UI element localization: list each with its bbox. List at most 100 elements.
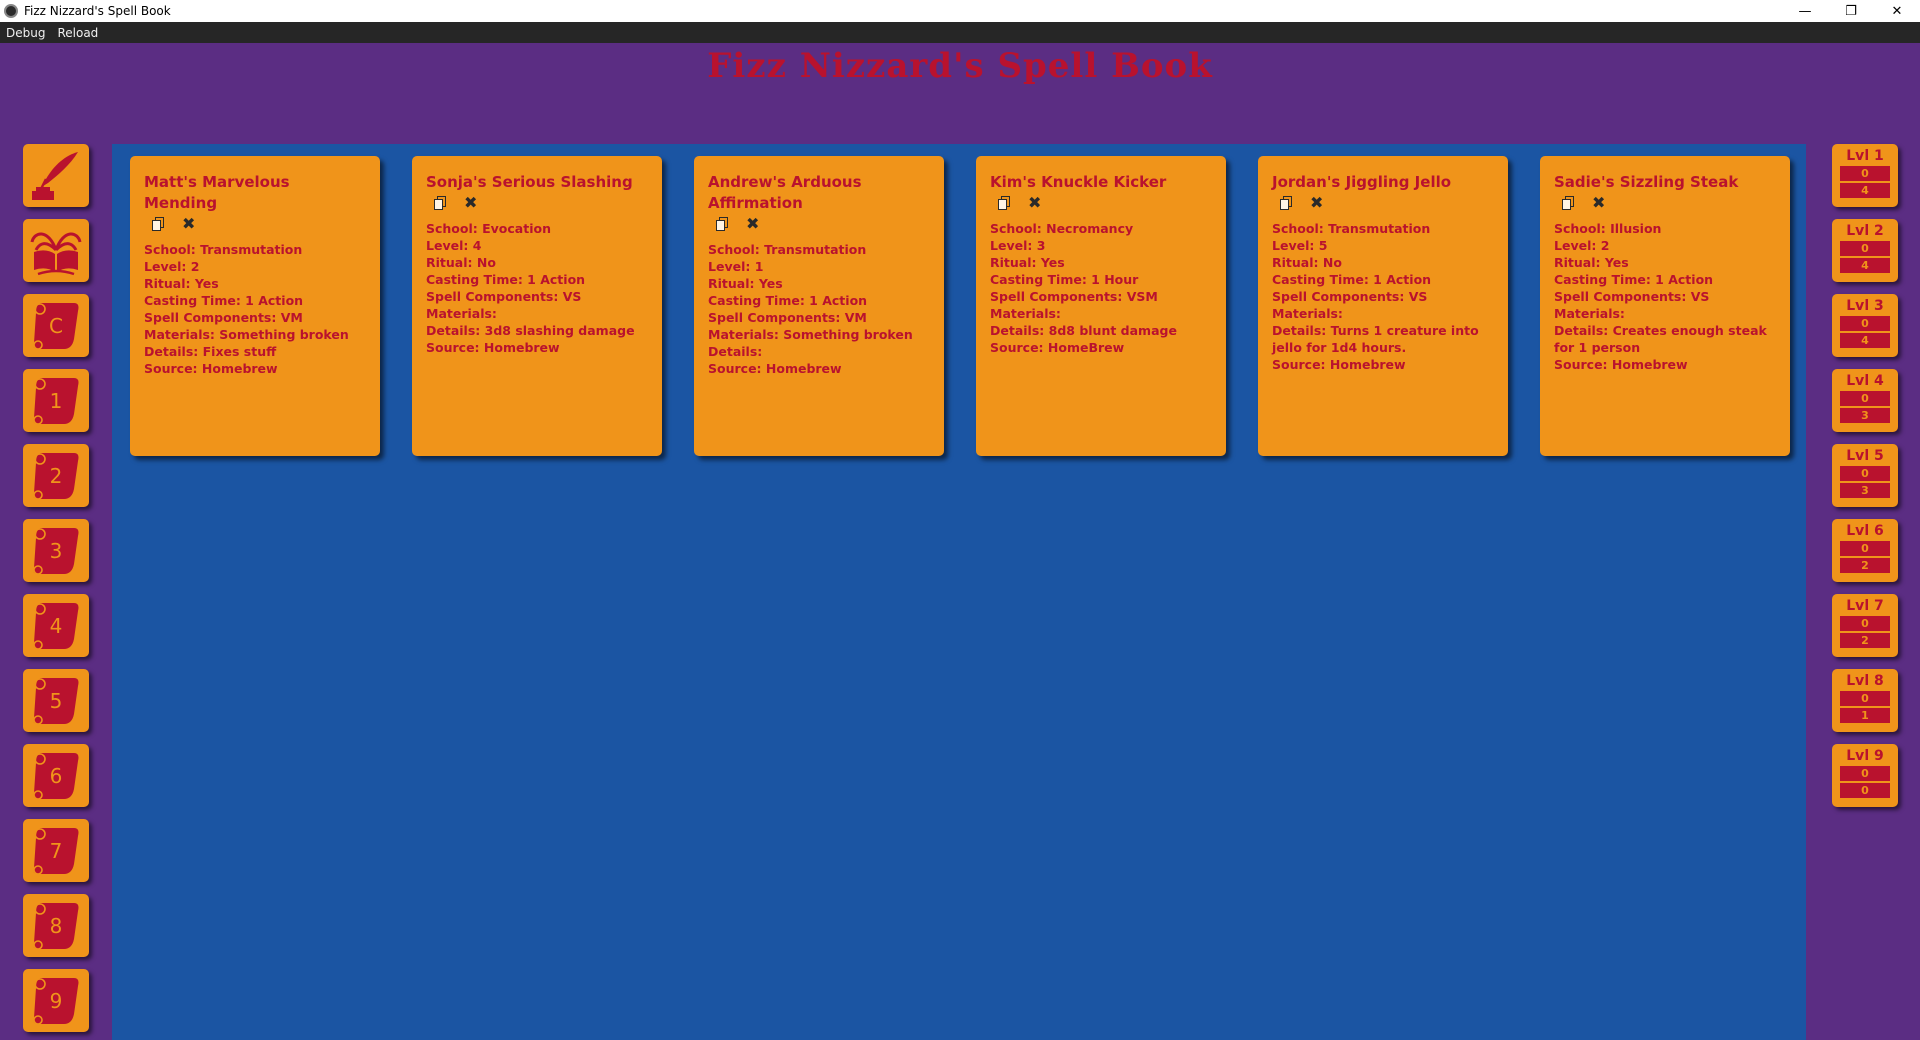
delete-icon[interactable]: ✖ <box>746 216 759 232</box>
maximize-button[interactable]: ❐ <box>1828 0 1874 22</box>
scroll-label: 6 <box>49 763 63 788</box>
slot-used[interactable]: 0 <box>1840 616 1890 631</box>
slot-used[interactable]: 0 <box>1840 316 1890 331</box>
slot-total[interactable]: 1 <box>1840 708 1890 723</box>
spell-casting-time: Casting Time: 1 Hour <box>990 272 1139 287</box>
scroll-label: 4 <box>49 613 63 638</box>
filter-level-1-button[interactable]: 1 <box>23 369 89 432</box>
filter-level-2-button[interactable]: 2 <box>23 444 89 507</box>
slot-used[interactable]: 0 <box>1840 466 1890 481</box>
delete-icon[interactable]: ✖ <box>182 216 195 232</box>
delete-icon[interactable]: ✖ <box>464 195 477 211</box>
menu-bar: Debug Reload <box>0 22 1920 43</box>
scroll-label: 9 <box>49 988 63 1013</box>
copy-icon[interactable] <box>1280 196 1292 210</box>
spell-ritual: Ritual: Yes <box>144 276 219 291</box>
slot-total[interactable]: 2 <box>1840 633 1890 648</box>
slot-total[interactable]: 4 <box>1840 183 1890 198</box>
card-actions: ✖ <box>998 195 1212 211</box>
spell-casting-time: Casting Time: 1 Action <box>426 272 586 287</box>
slot-total[interactable]: 4 <box>1840 333 1890 348</box>
copy-icon[interactable] <box>998 196 1010 210</box>
slot-used[interactable]: 0 <box>1840 241 1890 256</box>
filter-level-4-button[interactable]: 4 <box>23 594 89 657</box>
spell-components: Spell Components: VS <box>1272 289 1428 304</box>
slot-total[interactable]: 0 <box>1840 783 1890 798</box>
spell-source: Source: Homebrew <box>1272 357 1406 372</box>
slot-card-lvl-7[interactable]: Lvl 7 0 2 <box>1832 594 1898 657</box>
scroll-label: C <box>49 313 63 338</box>
scroll-label: 2 <box>49 463 63 488</box>
card-actions: ✖ <box>152 216 366 232</box>
slot-card-lvl-6[interactable]: Lvl 6 0 2 <box>1832 519 1898 582</box>
slot-total[interactable]: 3 <box>1840 483 1890 498</box>
slot-card-lvl-5[interactable]: Lvl 5 0 3 <box>1832 444 1898 507</box>
spell-details: Details: Creates enough steak for 1 pers… <box>1554 323 1767 355</box>
slot-total[interactable]: 3 <box>1840 408 1890 423</box>
close-button[interactable]: ✕ <box>1874 0 1920 22</box>
copy-icon[interactable] <box>434 196 446 210</box>
slot-level-label: Lvl 8 <box>1846 673 1884 689</box>
copy-icon[interactable] <box>152 217 164 231</box>
spellbook-icon <box>30 232 82 275</box>
spell-ritual: Ritual: No <box>1272 255 1342 270</box>
slot-level-label: Lvl 2 <box>1846 223 1884 239</box>
menu-debug[interactable]: Debug <box>0 26 51 40</box>
slot-card-lvl-3[interactable]: Lvl 3 0 4 <box>1832 294 1898 357</box>
spell-details: Details: Turns 1 creature into jello for… <box>1272 323 1479 355</box>
menu-reload[interactable]: Reload <box>51 26 104 40</box>
spell-components: Spell Components: VS <box>1554 289 1710 304</box>
delete-icon[interactable]: ✖ <box>1028 195 1041 211</box>
filter-level-9-button[interactable]: 9 <box>23 969 89 1032</box>
slot-used[interactable]: 0 <box>1840 541 1890 556</box>
page-title: Fizz Nizzard's Spell Book <box>707 46 1213 86</box>
spellbook-button[interactable] <box>23 219 89 282</box>
slot-used[interactable]: 0 <box>1840 391 1890 406</box>
copy-icon[interactable] <box>716 217 728 231</box>
window-titlebar: Fizz Nizzard's Spell Book — ❐ ✕ <box>0 0 1920 22</box>
slot-card-lvl-8[interactable]: Lvl 8 0 1 <box>1832 669 1898 732</box>
spell-school: School: Transmutation <box>708 242 867 257</box>
window-controls: — ❐ ✕ <box>1782 0 1920 22</box>
delete-icon[interactable]: ✖ <box>1310 195 1323 211</box>
filter-level-7-button[interactable]: 7 <box>23 819 89 882</box>
delete-icon[interactable]: ✖ <box>1592 195 1605 211</box>
spell-card: Jordan's Jiggling Jello ✖ School: Transm… <box>1258 156 1508 456</box>
scroll-label: 3 <box>49 538 63 563</box>
spell-name: Jordan's Jiggling Jello <box>1272 173 1452 191</box>
filter-level-3-button[interactable]: 3 <box>23 519 89 582</box>
spell-level: Level: 3 <box>990 238 1046 253</box>
filter-level-8-button[interactable]: 8 <box>23 894 89 957</box>
filter-cantrip-button[interactable]: C <box>23 294 89 357</box>
spell-name: Matt's Marvelous Mending <box>144 173 290 212</box>
slot-total[interactable]: 4 <box>1840 258 1890 273</box>
spell-card: Kim's Knuckle Kicker ✖ School: Necromanc… <box>976 156 1226 456</box>
spell-level: Level: 2 <box>144 259 200 274</box>
spell-ritual: Ritual: No <box>426 255 496 270</box>
slot-used[interactable]: 0 <box>1840 766 1890 781</box>
spell-school: School: Transmutation <box>1272 221 1431 236</box>
spell-source: Source: Homebrew <box>144 361 278 376</box>
slot-card-lvl-2[interactable]: Lvl 2 0 4 <box>1832 219 1898 282</box>
slot-card-lvl-9[interactable]: Lvl 9 0 0 <box>1832 744 1898 807</box>
slot-card-lvl-1[interactable]: Lvl 1 0 4 <box>1832 144 1898 207</box>
minimize-button[interactable]: — <box>1782 0 1828 22</box>
slot-total[interactable]: 2 <box>1840 558 1890 573</box>
new-spell-button[interactable] <box>23 144 89 207</box>
spell-components: Spell Components: VM <box>708 310 867 325</box>
scroll-label: 8 <box>49 913 63 938</box>
slot-level-label: Lvl 4 <box>1846 373 1884 389</box>
spell-school: School: Evocation <box>426 221 551 236</box>
spell-ritual: Ritual: Yes <box>708 276 783 291</box>
spell-name: Kim's Knuckle Kicker <box>990 173 1167 191</box>
slot-card-lvl-4[interactable]: Lvl 4 0 3 <box>1832 369 1898 432</box>
slot-used[interactable]: 0 <box>1840 691 1890 706</box>
app-icon <box>4 4 18 18</box>
spell-slots: Lvl 1 0 4 Lvl 2 0 4 Lvl 3 0 4 Lvl 4 0 3 … <box>1832 144 1898 819</box>
spell-school: School: Transmutation <box>144 242 303 257</box>
copy-icon[interactable] <box>1562 196 1574 210</box>
slot-level-label: Lvl 5 <box>1846 448 1884 464</box>
filter-level-6-button[interactable]: 6 <box>23 744 89 807</box>
filter-level-5-button[interactable]: 5 <box>23 669 89 732</box>
slot-used[interactable]: 0 <box>1840 166 1890 181</box>
